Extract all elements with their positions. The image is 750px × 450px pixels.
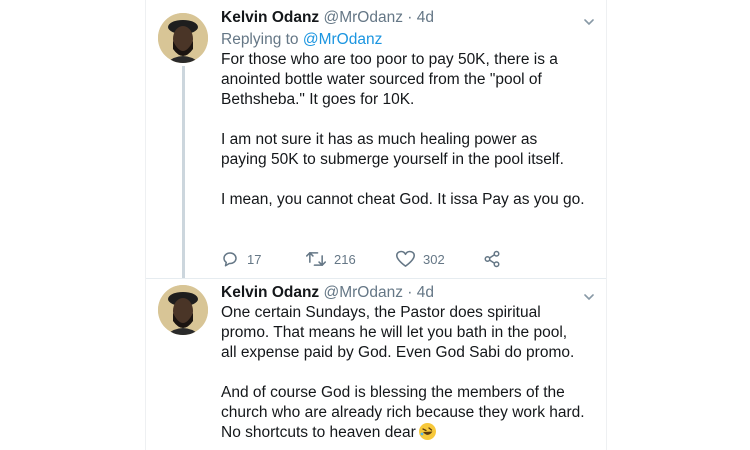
tweet-text: One certain Sundays, the Pastor does spi… (221, 303, 586, 443)
share-icon (483, 250, 501, 268)
chevron-down-icon[interactable] (584, 289, 594, 301)
tweet-actions-bar: 17 216 302 (221, 249, 521, 269)
retweet-icon (306, 250, 326, 268)
chevron-down-icon[interactable] (584, 14, 594, 26)
reply-icon (221, 250, 239, 268)
retweet-button[interactable]: 216 (306, 249, 356, 269)
tweet-paragraph: For those who are too poor to pay 50K, t… (221, 51, 558, 108)
tweet-paragraph: And of course God is blessing the member… (221, 383, 586, 443)
share-button[interactable] (483, 249, 501, 269)
tweet[interactable]: Kelvin Odanz @MrOdanz · 4d One certain S… (146, 279, 606, 450)
retweet-count: 216 (334, 251, 356, 267)
avatar[interactable] (158, 13, 208, 63)
separator-dot: · (407, 9, 413, 26)
replying-to: Replying to @MrOdanz (221, 30, 382, 50)
reply-count: 17 (247, 251, 262, 267)
thread-connector-line (182, 66, 185, 278)
like-count: 302 (423, 251, 445, 267)
tweet-header: Kelvin Odanz @MrOdanz · 4d (221, 283, 582, 303)
tweet-paragraph: One certain Sundays, the Pastor does spi… (221, 304, 575, 361)
like-button[interactable]: 302 (396, 249, 445, 269)
tweet-timestamp[interactable]: 4d (417, 9, 434, 26)
tweet-thread-panel: Kelvin Odanz @MrOdanz · 4d Replying to @… (145, 0, 607, 450)
tweet-timestamp[interactable]: 4d (417, 284, 434, 301)
author-handle[interactable]: @MrOdanz (324, 9, 403, 26)
replying-to-handle-link[interactable]: @MrOdanz (303, 31, 382, 48)
tweet-paragraph: I am not sure it has as much healing pow… (221, 131, 564, 168)
reply-button[interactable]: 17 (221, 249, 261, 269)
tweet-paragraph: I mean, you cannot cheat God. It issa Pa… (221, 191, 585, 208)
tweet-paragraph-text: And of course God is blessing the member… (221, 384, 585, 441)
author-name[interactable]: Kelvin Odanz (221, 9, 319, 26)
author-handle[interactable]: @MrOdanz (324, 284, 403, 301)
tweet[interactable]: Kelvin Odanz @MrOdanz · 4d Replying to @… (146, 0, 606, 279)
author-name[interactable]: Kelvin Odanz (221, 284, 319, 301)
separator-dot: · (407, 284, 413, 301)
rolling-on-floor-laughing-emoji (418, 423, 436, 440)
heart-icon (396, 250, 415, 268)
avatar[interactable] (158, 285, 208, 335)
tweet-text: For those who are too poor to pay 50K, t… (221, 50, 586, 230)
tweet-header: Kelvin Odanz @MrOdanz · 4d (221, 8, 582, 28)
replying-to-label: Replying to (221, 31, 299, 48)
